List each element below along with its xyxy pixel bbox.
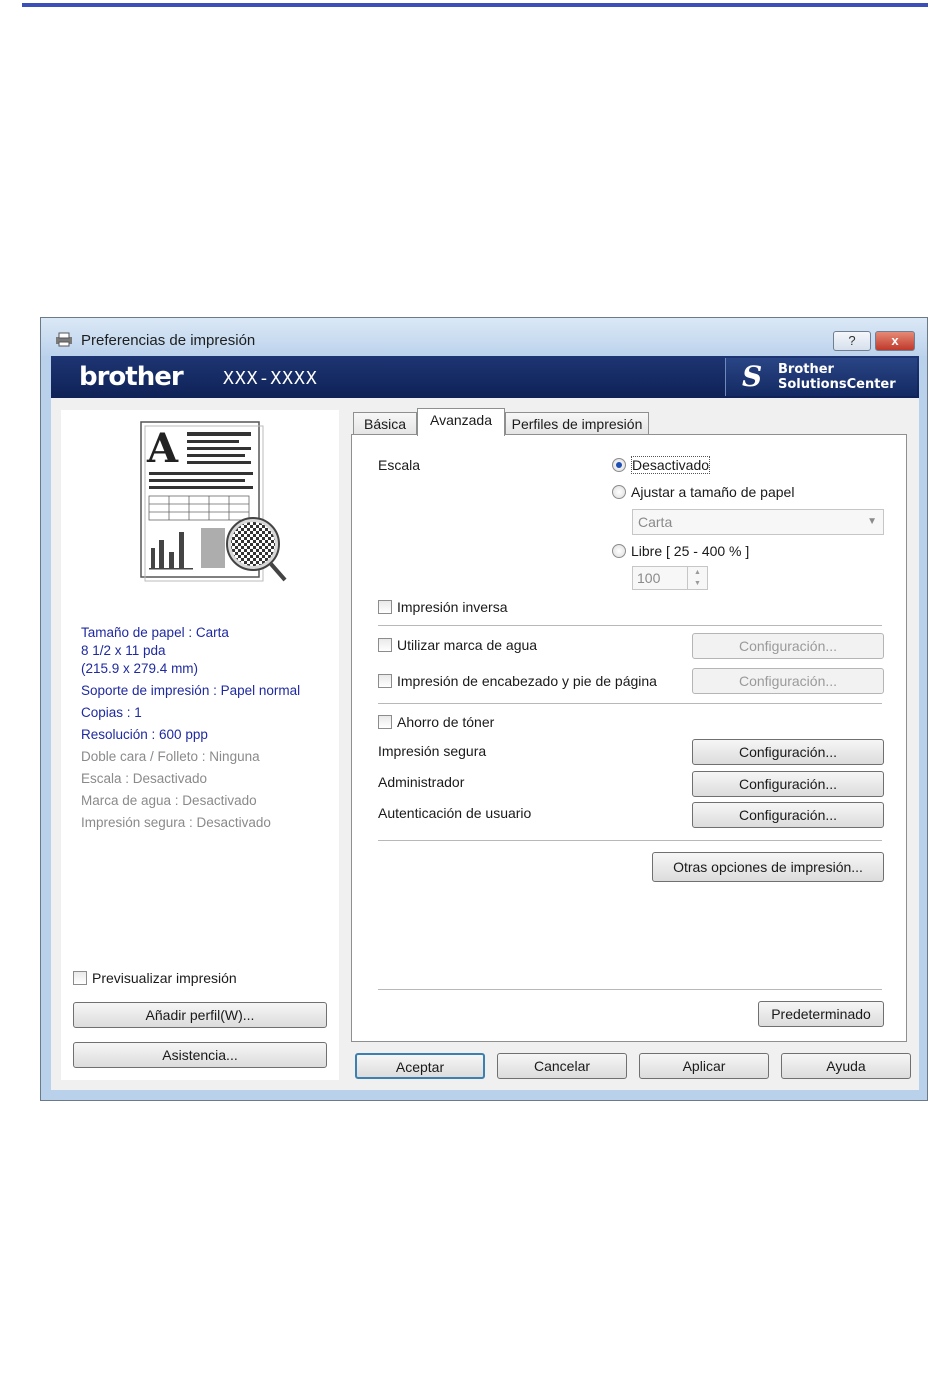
title-bar[interactable]: Preferencias de impresión ? x: [41, 318, 927, 356]
secure-print-label: Impresión segura: [378, 743, 487, 759]
free-scale-value: 100: [637, 570, 661, 586]
fit-paper-size-value: Carta: [638, 514, 673, 530]
toner-save-label: Ahorro de tóner: [397, 714, 495, 730]
svg-text:A: A: [146, 425, 179, 472]
scale-fit-radio[interactable]: Ajustar a tamaño de papel: [612, 484, 794, 500]
secure-print-config-button[interactable]: Configuración...: [692, 739, 884, 765]
solutions-center-icon: S: [742, 360, 763, 393]
fit-paper-size-select[interactable]: Carta ▼: [632, 509, 884, 535]
stepper-arrows-icon[interactable]: ▲ ▼: [687, 567, 707, 589]
default-button[interactable]: Predeterminado: [758, 1001, 884, 1027]
advanced-tab-panel: Escala Desactivado Ajustar a tamaño de p…: [351, 434, 907, 1042]
apply-button[interactable]: Aplicar: [639, 1053, 769, 1079]
summary-media: Soporte de impresión : Papel normal: [81, 683, 301, 698]
reverse-print-label: Impresión inversa: [397, 599, 508, 615]
chevron-down-icon: ▼: [867, 516, 877, 527]
support-button[interactable]: Asistencia...: [73, 1042, 327, 1068]
checkbox-box[interactable]: [378, 715, 392, 729]
settings-summary: Tamaño de papel : Carta 8 1/2 x 11 pda (…: [81, 624, 331, 836]
summary-paper-size: Tamaño de papel : Carta: [81, 625, 229, 640]
checkbox-box[interactable]: [378, 674, 392, 688]
printer-icon: [56, 332, 72, 347]
brand-bar: brother XXX-XXXX S Brother SolutionsCent…: [51, 356, 919, 398]
user-auth-label: Autenticación de usuario: [378, 805, 532, 821]
checkbox-box[interactable]: [378, 600, 392, 614]
summary-watermark: Marca de agua : Desactivado: [81, 793, 257, 808]
header-footer-checkbox[interactable]: Impresión de encabezado y pie de página: [378, 673, 657, 689]
scale-off-label: Desactivado: [631, 456, 711, 474]
printer-model: XXX-XXXX: [223, 368, 318, 389]
solutions-center-line1: Brother: [778, 362, 834, 377]
help-button[interactable]: ?: [833, 331, 871, 351]
summary-resolution: Resolución : 600 ppp: [81, 727, 208, 742]
solutions-center-line2: SolutionsCenter: [778, 377, 896, 392]
help-dialog-button[interactable]: Ayuda: [781, 1053, 911, 1079]
user-auth-config-button[interactable]: Configuración...: [692, 802, 884, 828]
free-scale-stepper[interactable]: 100 ▲ ▼: [632, 566, 708, 590]
separator: [378, 989, 882, 990]
summary-duplex: Doble cara / Folleto : Ninguna: [81, 749, 260, 764]
tab-basica[interactable]: Básica: [353, 412, 417, 436]
toner-save-checkbox[interactable]: Ahorro de tóner: [378, 714, 494, 730]
administrator-label: Administrador: [378, 774, 465, 790]
summary-secure: Impresión segura : Desactivado: [81, 815, 271, 830]
tab-avanzada[interactable]: Avanzada: [417, 408, 505, 436]
radio-selected[interactable]: [612, 458, 626, 472]
other-print-options-button[interactable]: Otras opciones de impresión...: [652, 852, 884, 882]
scale-off-radio[interactable]: Desactivado: [612, 456, 711, 474]
top-rule: [22, 3, 928, 7]
separator: [378, 840, 882, 841]
close-button[interactable]: x: [875, 331, 915, 351]
checkbox-box[interactable]: [73, 971, 87, 985]
document-preview-icon: A: [140, 421, 287, 582]
window-title: Preferencias de impresión: [81, 332, 256, 349]
header-footer-config-button[interactable]: Configuración...: [692, 668, 884, 694]
watermark-config-button[interactable]: Configuración...: [692, 633, 884, 659]
ok-button[interactable]: Aceptar: [355, 1053, 485, 1079]
scale-free-radio[interactable]: Libre [ 25 - 400 % ]: [612, 543, 749, 559]
watermark-label: Utilizar marca de agua: [397, 637, 538, 653]
summary-paper-dim2: (215.9 x 279.4 mm): [81, 661, 199, 676]
summary-paper-dim1: 8 1/2 x 11 pda: [81, 643, 166, 658]
print-preferences-window: Preferencias de impresión ? x brother XX…: [40, 317, 928, 1101]
separator: [378, 703, 882, 704]
brother-logo: brother: [79, 362, 184, 392]
checkbox-box[interactable]: [378, 638, 392, 652]
print-preview-label: Previsualizar impresión: [92, 970, 237, 986]
radio-unselected[interactable]: [612, 544, 626, 558]
radio-unselected[interactable]: [612, 485, 626, 499]
watermark-checkbox[interactable]: Utilizar marca de agua: [378, 637, 537, 653]
tab-perfiles[interactable]: Perfiles de impresión: [505, 412, 649, 436]
solutions-center-button[interactable]: S Brother SolutionsCenter: [725, 358, 917, 396]
scale-free-label: Libre [ 25 - 400 % ]: [631, 543, 750, 559]
summary-scale: Escala : Desactivado: [81, 771, 208, 786]
summary-copies: Copias : 1: [81, 705, 142, 720]
administrator-config-button[interactable]: Configuración...: [692, 771, 884, 797]
reverse-print-checkbox[interactable]: Impresión inversa: [378, 599, 508, 615]
print-preview-checkbox[interactable]: Previsualizar impresión: [73, 970, 237, 986]
scale-fit-label: Ajustar a tamaño de papel: [631, 484, 795, 500]
add-profile-button[interactable]: Añadir perfil(W)...: [73, 1002, 327, 1028]
dialog-body: A Tamaño de papel: Carta 8 1/2 x 11 pda…: [51, 398, 919, 1090]
scale-label: Escala: [378, 457, 421, 473]
cancel-button[interactable]: Cancelar: [497, 1053, 627, 1079]
separator: [378, 625, 882, 626]
preview-panel: A Tamaño de papel: Carta 8 1/2 x 11 pda…: [61, 410, 339, 1080]
header-footer-label: Impresión de encabezado y pie de página: [397, 673, 657, 689]
